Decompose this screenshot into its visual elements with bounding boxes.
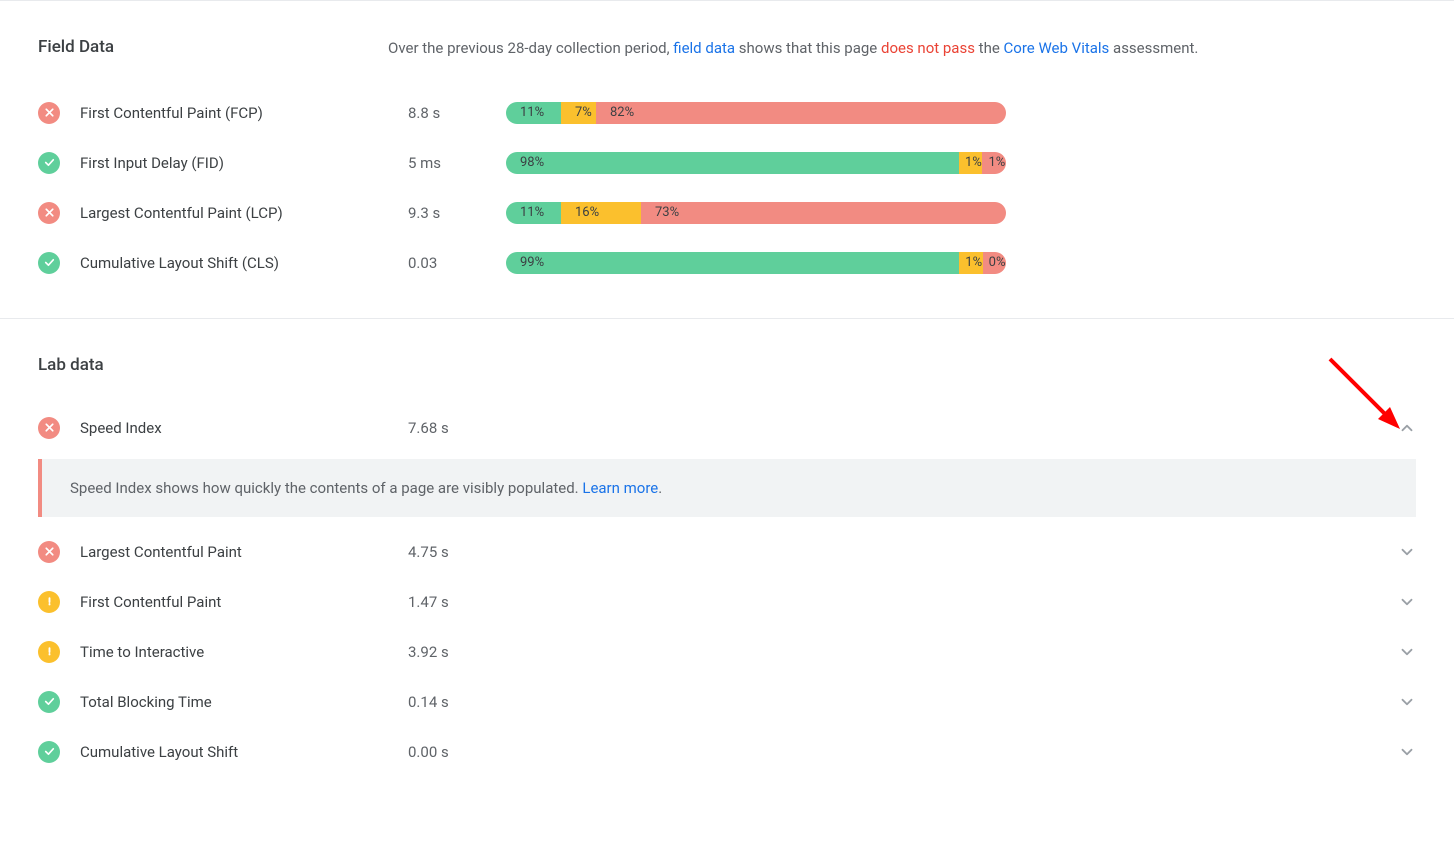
metric-value: 9.3 s bbox=[408, 204, 486, 222]
metric-row: First Contentful Paint (FCP) 8.8 s 11%7%82… bbox=[38, 88, 1416, 138]
desc-text: assessment. bbox=[1109, 39, 1198, 57]
metric-row: Cumulative Layout Shift (CLS) 0.03 99%1%0% bbox=[38, 238, 1416, 288]
chevron-down-icon[interactable] bbox=[1398, 643, 1416, 661]
lab-metric-value: 0.14 s bbox=[408, 693, 1378, 711]
dist-segment-avg: 7% bbox=[561, 102, 596, 124]
core-web-vitals-link[interactable]: Core Web Vitals bbox=[1004, 39, 1110, 57]
fail-icon bbox=[38, 417, 60, 439]
metric-detail-panel: Speed Index shows how quickly the conten… bbox=[38, 459, 1416, 517]
dist-segment-avg: 1% bbox=[959, 252, 982, 274]
dist-segment-poor: 82% bbox=[596, 102, 1006, 124]
assessment-status: does not pass bbox=[881, 39, 975, 57]
metric-name: First Contentful Paint (FCP) bbox=[80, 104, 388, 122]
desc-text: Over the previous 28-day collection peri… bbox=[388, 39, 673, 57]
warn-icon bbox=[38, 641, 60, 663]
lab-metrics-list: Speed Index 7.68 s Speed Index shows how q… bbox=[38, 403, 1416, 777]
desc-text: the bbox=[975, 39, 1004, 57]
metric-name: Cumulative Layout Shift (CLS) bbox=[80, 254, 388, 272]
field-data-link[interactable]: field data bbox=[673, 39, 735, 57]
metric-name: First Input Delay (FID) bbox=[80, 154, 388, 172]
lab-metric-name: Largest Contentful Paint bbox=[80, 543, 388, 561]
lab-metric-row[interactable]: Cumulative Layout Shift 0.00 s bbox=[38, 727, 1416, 777]
dist-segment-good: 99% bbox=[506, 252, 959, 274]
lab-metric-name: Total Blocking Time bbox=[80, 693, 388, 711]
chevron-down-icon[interactable] bbox=[1398, 543, 1416, 561]
warn-icon bbox=[38, 591, 60, 613]
metric-value: 5 ms bbox=[408, 154, 486, 172]
lab-data-title: Lab data bbox=[38, 355, 1416, 375]
lab-metric-row[interactable]: Time to Interactive 3.92 s bbox=[38, 627, 1416, 677]
chevron-down-icon[interactable] bbox=[1398, 693, 1416, 711]
detail-suffix: . bbox=[658, 479, 662, 497]
metric-value: 8.8 s bbox=[408, 104, 486, 122]
lab-data-section: Lab data Speed Index 7.68 s Speed Index sh… bbox=[0, 318, 1454, 797]
fail-icon bbox=[38, 541, 60, 563]
field-data-title: Field Data bbox=[38, 37, 358, 57]
lab-metric-row[interactable]: Largest Contentful Paint 4.75 s bbox=[38, 527, 1416, 577]
field-data-header: Field Data Over the previous 28-day coll… bbox=[38, 37, 1416, 60]
lab-metric-row[interactable]: First Contentful Paint 1.47 s bbox=[38, 577, 1416, 627]
field-data-section: Field Data Over the previous 28-day coll… bbox=[0, 0, 1454, 318]
lab-metric-value: 0.00 s bbox=[408, 743, 1378, 761]
fail-icon bbox=[38, 202, 60, 224]
dist-segment-poor: 0% bbox=[983, 252, 1006, 274]
distribution-bar: 98%1%1% bbox=[506, 152, 1006, 174]
field-data-description: Over the previous 28-day collection peri… bbox=[388, 37, 1198, 60]
desc-text: shows that this page bbox=[735, 39, 881, 57]
dist-segment-poor: 73% bbox=[641, 202, 1006, 224]
metric-row: Largest Contentful Paint (LCP) 9.3 s 11%16… bbox=[38, 188, 1416, 238]
pass-icon bbox=[38, 691, 60, 713]
metric-value: 0.03 bbox=[408, 254, 486, 272]
lab-metric-name: First Contentful Paint bbox=[80, 593, 388, 611]
lab-metric-value: 3.92 s bbox=[408, 643, 1378, 661]
pass-icon bbox=[38, 741, 60, 763]
distribution-bar: 11%7%82% bbox=[506, 102, 1006, 124]
chevron-down-icon[interactable] bbox=[1398, 743, 1416, 761]
fail-icon bbox=[38, 102, 60, 124]
field-metrics-list: First Contentful Paint (FCP)8.8 s11%7%82… bbox=[38, 88, 1416, 288]
metric-row: First Input Delay (FID)5 ms98%1%1% bbox=[38, 138, 1416, 188]
lab-metric-value: 7.68 s bbox=[408, 419, 1378, 437]
distribution-bar: 99%1%0% bbox=[506, 252, 1006, 274]
chevron-up-icon[interactable] bbox=[1398, 419, 1416, 437]
dist-segment-good: 11% bbox=[506, 202, 561, 224]
chevron-down-icon[interactable] bbox=[1398, 593, 1416, 611]
lab-metric-name: Cumulative Layout Shift bbox=[80, 743, 388, 761]
pass-icon bbox=[38, 152, 60, 174]
lab-metric-name: Speed Index bbox=[80, 419, 388, 437]
lab-metric-value: 4.75 s bbox=[408, 543, 1378, 561]
learn-more-link[interactable]: Learn more bbox=[582, 479, 658, 497]
lab-metric-name: Time to Interactive bbox=[80, 643, 388, 661]
lab-metric-value: 1.47 s bbox=[408, 593, 1378, 611]
dist-segment-avg: 1% bbox=[959, 152, 983, 174]
dist-segment-avg: 16% bbox=[561, 202, 641, 224]
lab-metric-row[interactable]: Speed Index 7.68 s bbox=[38, 403, 1416, 453]
metric-name: Largest Contentful Paint (LCP) bbox=[80, 204, 388, 222]
dist-segment-poor: 1% bbox=[982, 152, 1006, 174]
dist-segment-good: 11% bbox=[506, 102, 561, 124]
lab-metric-row[interactable]: Total Blocking Time 0.14 s bbox=[38, 677, 1416, 727]
distribution-bar: 11%16%73% bbox=[506, 202, 1006, 224]
pass-icon bbox=[38, 252, 60, 274]
detail-text: Speed Index shows how quickly the conten… bbox=[70, 479, 582, 497]
dist-segment-good: 98% bbox=[506, 152, 959, 174]
